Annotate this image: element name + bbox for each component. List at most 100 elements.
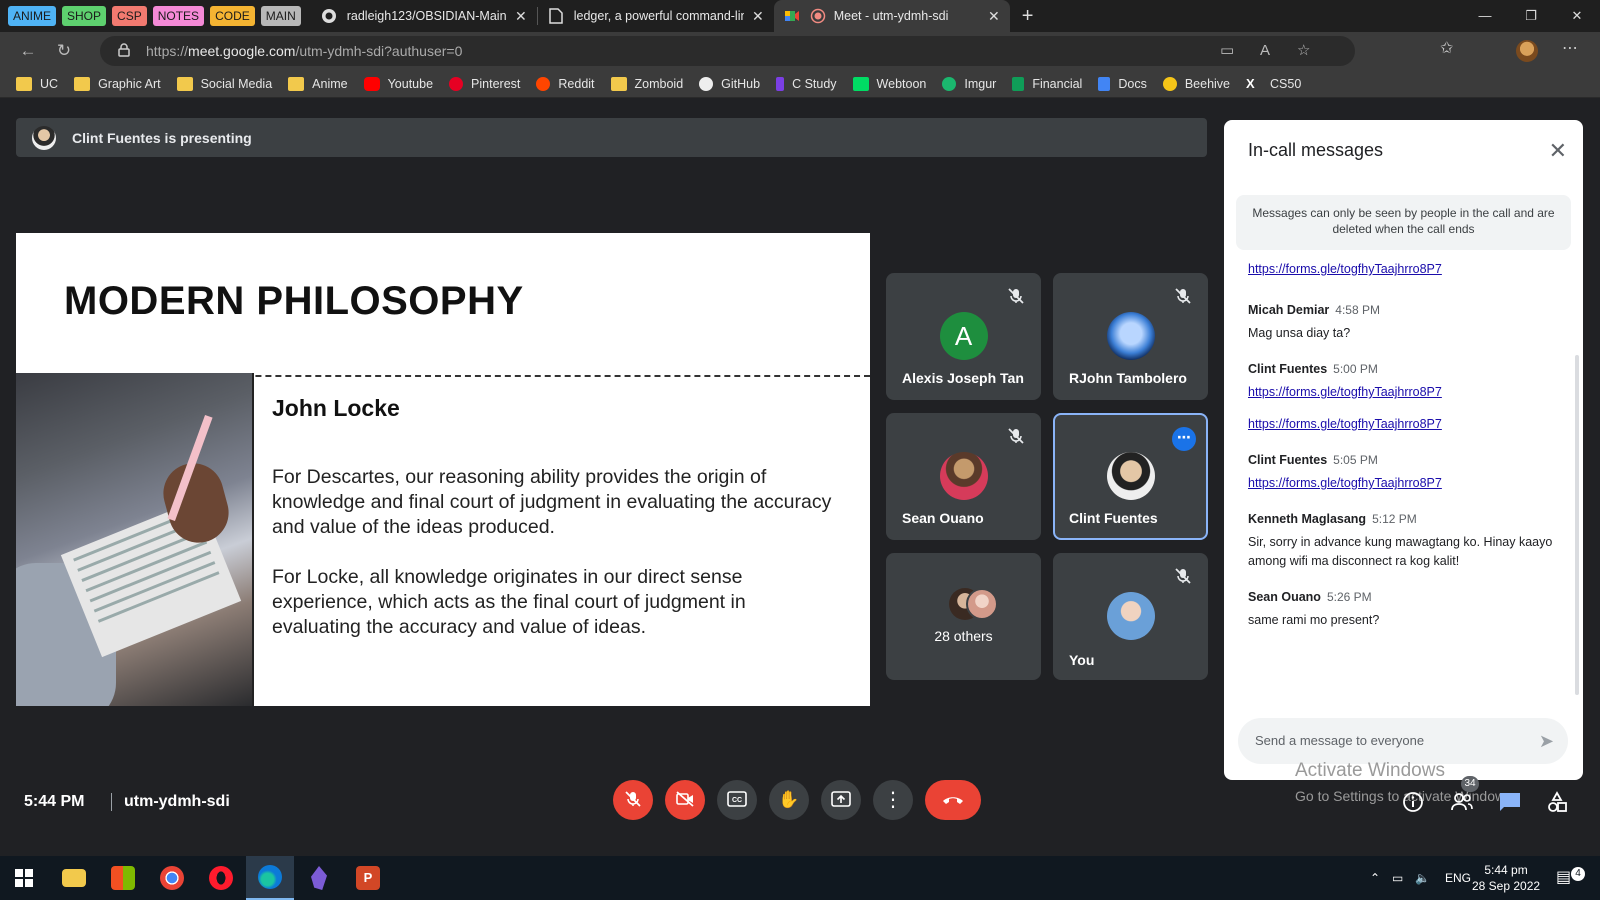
- message-link[interactable]: https://forms.gle/togfhyTaajhrro8P7: [1248, 260, 1563, 279]
- message-link[interactable]: https://forms.gle/togfhyTaajhrro8P7: [1248, 383, 1563, 402]
- close-icon[interactable]: ✕: [1549, 138, 1567, 164]
- tab-group-csp[interactable]: CSP: [112, 6, 147, 26]
- show-hidden-icons[interactable]: ⌃: [1370, 856, 1380, 900]
- participant-tile[interactable]: Sean Ouano: [886, 413, 1041, 540]
- start-button[interactable]: [0, 856, 48, 900]
- bookmark-uc[interactable]: UC: [16, 76, 58, 91]
- more-options-icon[interactable]: ⋯: [1172, 427, 1196, 451]
- participant-tile-presenter[interactable]: ⋯ Clint Fuentes: [1053, 413, 1208, 540]
- volume-icon[interactable]: 🔈: [1415, 856, 1430, 900]
- message-time: 5:26 PM: [1326, 590, 1372, 604]
- store-icon: [111, 866, 135, 890]
- leave-call-button[interactable]: [925, 780, 981, 820]
- bookmark-docs[interactable]: Docs: [1098, 76, 1147, 91]
- captions-button[interactable]: CC: [717, 780, 757, 820]
- tab-ledger[interactable]: ledger, a powerful command-line ✕: [538, 0, 774, 32]
- bookmark-cs50[interactable]: X CS50: [1246, 76, 1301, 91]
- camera-permission-icon[interactable]: ▭: [1220, 36, 1234, 66]
- participant-tile[interactable]: A Alexis Joseph Tan: [886, 273, 1041, 400]
- read-aloud-icon[interactable]: A: [1260, 36, 1270, 66]
- taskbar-obsidian[interactable]: [295, 856, 343, 900]
- captions-icon: CC: [727, 791, 747, 807]
- network-icon[interactable]: ▭: [1392, 856, 1403, 900]
- new-tab-icon[interactable]: +: [1022, 5, 1034, 28]
- taskbar-edge[interactable]: [246, 856, 294, 900]
- bookmark-social-media[interactable]: Social Media: [176, 76, 272, 91]
- taskbar-store[interactable]: [99, 856, 147, 900]
- chat-button[interactable]: [1498, 791, 1522, 819]
- more-vert-icon: ⋮: [883, 789, 903, 811]
- close-tab-icon[interactable]: ✕: [988, 8, 1000, 25]
- minimize-icon[interactable]: —: [1462, 0, 1508, 32]
- bookmark-financial[interactable]: Financial: [1012, 76, 1082, 91]
- profile-avatar[interactable]: [1516, 40, 1538, 62]
- url-field[interactable]: https://meet.google.com/utm-ydmh-sdi?aut…: [100, 36, 1355, 66]
- tab-group-anime[interactable]: ANIME: [8, 6, 57, 26]
- slide-photo: [16, 373, 254, 706]
- refresh-icon[interactable]: ↻: [46, 41, 82, 61]
- tab-group-main[interactable]: MAIN: [260, 6, 301, 26]
- bookmark-anime[interactable]: Anime: [288, 76, 348, 91]
- more-options-icon[interactable]: ⋯: [1562, 38, 1578, 58]
- favorites-icon[interactable]: ✩: [1440, 38, 1453, 58]
- self-tile[interactable]: You: [1053, 553, 1208, 680]
- taskbar-powerpoint[interactable]: P: [344, 856, 392, 900]
- bookmark-label: Graphic Art: [98, 76, 161, 91]
- bookmark-youtube[interactable]: Youtube: [363, 76, 433, 91]
- people-button[interactable]: [1450, 791, 1474, 819]
- back-icon[interactable]: ←: [10, 41, 46, 61]
- bookmark-pinterest[interactable]: Pinterest: [449, 76, 520, 91]
- participant-tile[interactable]: RJohn Tambolero: [1053, 273, 1208, 400]
- restore-icon[interactable]: ❐: [1508, 0, 1554, 32]
- message-link[interactable]: https://forms.gle/togfhyTaajhrro8P7: [1248, 415, 1563, 434]
- chat-input[interactable]: Send a message to everyone ➤: [1238, 718, 1568, 764]
- bookmark-webtoon[interactable]: Webtoon: [852, 76, 926, 91]
- folder-icon: [288, 76, 305, 91]
- taskbar-date: 28 Sep 2022: [1472, 879, 1541, 893]
- meeting-code: utm-ydmh-sdi: [111, 793, 230, 811]
- tab-obsidian[interactable]: radleigh123/OBSIDIAN-Main-Hub ✕: [311, 0, 537, 32]
- chat-icon: [1500, 793, 1520, 811]
- more-options-button[interactable]: ⋮: [873, 780, 913, 820]
- tab-group-notes[interactable]: NOTES: [152, 6, 205, 26]
- hang-up-icon: [943, 797, 963, 804]
- taskbar-file-explorer[interactable]: [50, 856, 98, 900]
- tab-group-shop[interactable]: SHOP: [62, 6, 107, 26]
- bookmark-c-study[interactable]: C Study: [776, 76, 837, 91]
- taskbar-clock[interactable]: 5:44 pm 28 Sep 2022: [1472, 862, 1540, 894]
- avatar: [939, 452, 988, 500]
- activities-button[interactable]: [1546, 791, 1568, 819]
- notifications-icon[interactable]: ▤: [1556, 856, 1571, 900]
- bookmark-beehive[interactable]: Beehive: [1162, 76, 1230, 91]
- taskbar-chrome[interactable]: [148, 856, 196, 900]
- raise-hand-button[interactable]: ✋: [769, 780, 809, 820]
- mic-toggle-button[interactable]: [613, 780, 653, 820]
- message-time: 5:12 PM: [1372, 512, 1417, 526]
- message: Sean Ouano 5:26 PM same rami mo present?: [1248, 590, 1563, 630]
- add-favorite-icon[interactable]: ☆: [1297, 36, 1310, 66]
- tab-group-code[interactable]: CODE: [210, 6, 255, 26]
- close-tab-icon[interactable]: ✕: [515, 8, 527, 25]
- bookmark-graphic-art[interactable]: Graphic Art: [74, 76, 161, 91]
- message-link[interactable]: https://forms.gle/togfhyTaajhrro8P7: [1248, 474, 1563, 493]
- chat-scrollbar[interactable]: [1575, 355, 1579, 695]
- bookmark-reddit[interactable]: Reddit: [536, 76, 595, 91]
- others-tile[interactable]: 28 others: [886, 553, 1041, 680]
- close-window-icon[interactable]: ✕: [1554, 0, 1600, 32]
- bookmark-zomboid[interactable]: Zomboid: [610, 76, 683, 91]
- bookmark-imgur[interactable]: Imgur: [942, 76, 996, 91]
- bookmark-label: Reddit: [558, 76, 595, 91]
- message-time: 4:58 PM: [1335, 303, 1380, 317]
- meeting-details-button[interactable]: [1402, 791, 1424, 819]
- imgur-icon: [942, 76, 957, 91]
- language-indicator[interactable]: ENG: [1445, 856, 1471, 900]
- message: Clint Fuentes 5:05 PM https://forms.gle/t…: [1248, 453, 1563, 493]
- present-button[interactable]: [821, 780, 861, 820]
- send-icon[interactable]: ➤: [1539, 718, 1554, 764]
- slide-paragraph-1: For Descartes, our reasoning ability pro…: [272, 466, 832, 538]
- bookmark-github[interactable]: GitHub: [699, 76, 760, 91]
- taskbar-opera[interactable]: [197, 856, 245, 900]
- close-tab-icon[interactable]: ✕: [752, 8, 764, 25]
- tab-meet[interactable]: Meet - utm-ydmh-sdi ✕: [773, 0, 1010, 32]
- camera-toggle-button[interactable]: [665, 780, 705, 820]
